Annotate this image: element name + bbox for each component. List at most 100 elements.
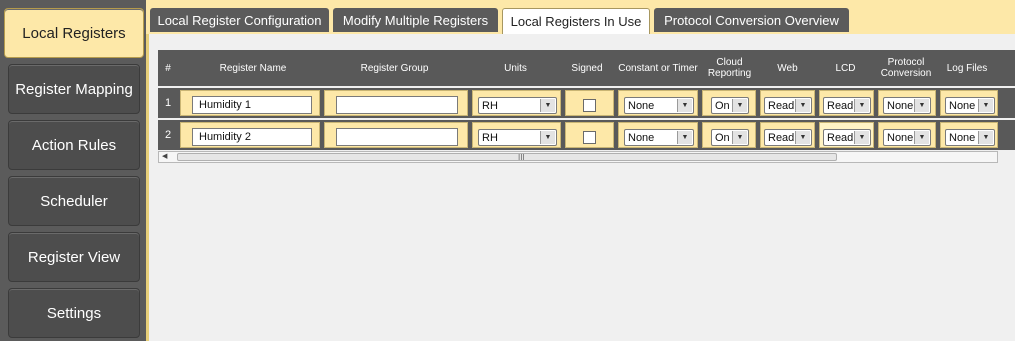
protocol-select[interactable]: None ▼: [883, 129, 931, 146]
cell-cloud-reporting: On ▼: [702, 90, 756, 116]
header-register-group: Register Group: [360, 62, 429, 74]
chevron-down-icon: ▼: [540, 131, 555, 144]
cell-register-name: Humidity 2: [180, 122, 320, 148]
tab-modify-multiple-registers[interactable]: Modify Multiple Registers: [333, 8, 498, 32]
table-row: 1 Humidity 1 RH ▼ None ▼ On ▼ Read ▼ Rea…: [158, 88, 1015, 118]
header-units: Units: [504, 62, 527, 74]
protocol-value: None: [887, 99, 914, 112]
tab-protocol-conversion-overview[interactable]: Protocol Conversion Overview: [654, 8, 849, 32]
cell-register-group: [324, 122, 468, 148]
content-area: # Register Name Register Group Units Sig…: [146, 34, 1015, 341]
lcd-select[interactable]: Read ▼: [823, 129, 871, 146]
chevron-down-icon: ▼: [540, 99, 555, 112]
header-lcd: LCD: [835, 62, 856, 74]
logfiles-select[interactable]: None ▼: [945, 129, 995, 146]
constant-select[interactable]: None ▼: [624, 129, 694, 146]
register-name-input[interactable]: Humidity 2: [192, 128, 312, 146]
cell-web: Read ▼: [760, 122, 815, 148]
cell-log-files: None ▼: [940, 122, 998, 148]
register-group-input[interactable]: [336, 128, 458, 146]
chevron-down-icon: ▼: [677, 99, 692, 112]
header-web: Web: [777, 62, 798, 74]
row-number: 2: [164, 129, 172, 141]
units-value: RH: [482, 131, 498, 144]
sidebar-item-settings[interactable]: Settings: [8, 288, 140, 338]
cell-protocol-conversion: None ▼: [878, 90, 936, 116]
horizontal-scrollbar[interactable]: ◀ III: [158, 151, 998, 163]
app-window: Local Registers Register Mapping Action …: [0, 0, 1015, 341]
sidebar-item-scheduler[interactable]: Scheduler: [8, 176, 140, 226]
lcd-value: Read: [827, 131, 854, 144]
chevron-down-icon: ▼: [677, 131, 692, 144]
cloud-select[interactable]: On ▼: [711, 129, 749, 146]
sidebar-item-register-mapping[interactable]: Register Mapping: [8, 64, 140, 114]
cell-signed: [565, 122, 614, 148]
chevron-down-icon: ▼: [978, 99, 993, 112]
web-select[interactable]: Read ▼: [764, 129, 812, 146]
chevron-down-icon: ▼: [978, 131, 993, 144]
chevron-down-icon: ▼: [854, 131, 869, 144]
cloud-select[interactable]: On ▼: [711, 97, 749, 114]
chevron-down-icon: ▼: [732, 131, 747, 144]
cell-signed: [565, 90, 614, 116]
sidebar-item-action-rules[interactable]: Action Rules: [8, 120, 140, 170]
cell-constant-or-timer: None ▼: [618, 90, 698, 116]
tab-bar: Local Register Configuration Modify Mult…: [146, 0, 1015, 34]
scrollbar-thumb[interactable]: III: [177, 153, 837, 162]
header-num: #: [165, 62, 171, 74]
protocol-value: None: [887, 131, 914, 144]
chevron-down-icon: ▼: [854, 99, 869, 112]
chevron-down-icon: ▼: [732, 99, 747, 112]
cell-lcd: Read ▼: [819, 90, 874, 116]
row-number: 1: [164, 97, 172, 109]
lcd-select[interactable]: Read ▼: [823, 97, 871, 114]
register-name-input[interactable]: Humidity 1: [192, 96, 312, 114]
web-select[interactable]: Read ▼: [764, 97, 812, 114]
scrollbar-grip: III: [518, 153, 525, 162]
logfiles-select[interactable]: None ▼: [945, 97, 995, 114]
cell-cloud-reporting: On ▼: [702, 122, 756, 148]
tab-local-register-configuration[interactable]: Local Register Configuration: [150, 8, 329, 32]
logfiles-value: None: [949, 99, 976, 112]
cell-web: Read ▼: [760, 90, 815, 116]
register-group-input[interactable]: [336, 96, 458, 114]
cell-lcd: Read ▼: [819, 122, 874, 148]
chevron-down-icon: ▼: [914, 99, 929, 112]
constant-select[interactable]: None ▼: [624, 97, 694, 114]
cell-log-files: None ▼: [940, 90, 998, 116]
signed-checkbox[interactable]: [583, 99, 596, 112]
header-protocol-conversion: Protocol Conversion: [880, 57, 932, 79]
cell-register-name: Humidity 1: [180, 90, 320, 116]
sidebar: Local Registers Register Mapping Action …: [0, 0, 146, 341]
header-register-name: Register Name: [219, 62, 287, 74]
tab-local-registers-in-use[interactable]: Local Registers In Use: [502, 8, 650, 34]
cloud-value: On: [715, 99, 730, 112]
cloud-value: On: [715, 131, 730, 144]
arrow-left-icon[interactable]: ◀: [162, 152, 167, 162]
sidebar-item-register-view[interactable]: Register View: [8, 232, 140, 282]
cell-constant-or-timer: None ▼: [618, 122, 698, 148]
chevron-down-icon: ▼: [914, 131, 929, 144]
cell-units: RH ▼: [472, 90, 561, 116]
protocol-select[interactable]: None ▼: [883, 97, 931, 114]
constant-value: None: [628, 99, 655, 112]
table-header: # Register Name Register Group Units Sig…: [158, 50, 1015, 86]
table-row: 2 Humidity 2 RH ▼ None ▼ On ▼ Read ▼ Rea…: [158, 120, 1015, 150]
header-signed: Signed: [571, 62, 603, 74]
sidebar-item-local-registers[interactable]: Local Registers: [4, 8, 144, 58]
web-value: Read: [768, 99, 795, 112]
header-log-files: Log Files: [946, 62, 988, 74]
cell-units: RH ▼: [472, 122, 561, 148]
logfiles-value: None: [949, 131, 976, 144]
header-constant-or-timer: Constant or Timer: [618, 62, 698, 74]
web-value: Read: [768, 131, 795, 144]
units-select[interactable]: RH ▼: [478, 129, 557, 146]
units-select[interactable]: RH ▼: [478, 97, 557, 114]
header-cloud-reporting: Cloud Reporting: [707, 57, 752, 79]
cell-protocol-conversion: None ▼: [878, 122, 936, 148]
units-value: RH: [482, 99, 498, 112]
cell-register-group: [324, 90, 468, 116]
main-panel: Local Register Configuration Modify Mult…: [146, 0, 1015, 341]
signed-checkbox[interactable]: [583, 131, 596, 144]
lcd-value: Read: [827, 99, 854, 112]
